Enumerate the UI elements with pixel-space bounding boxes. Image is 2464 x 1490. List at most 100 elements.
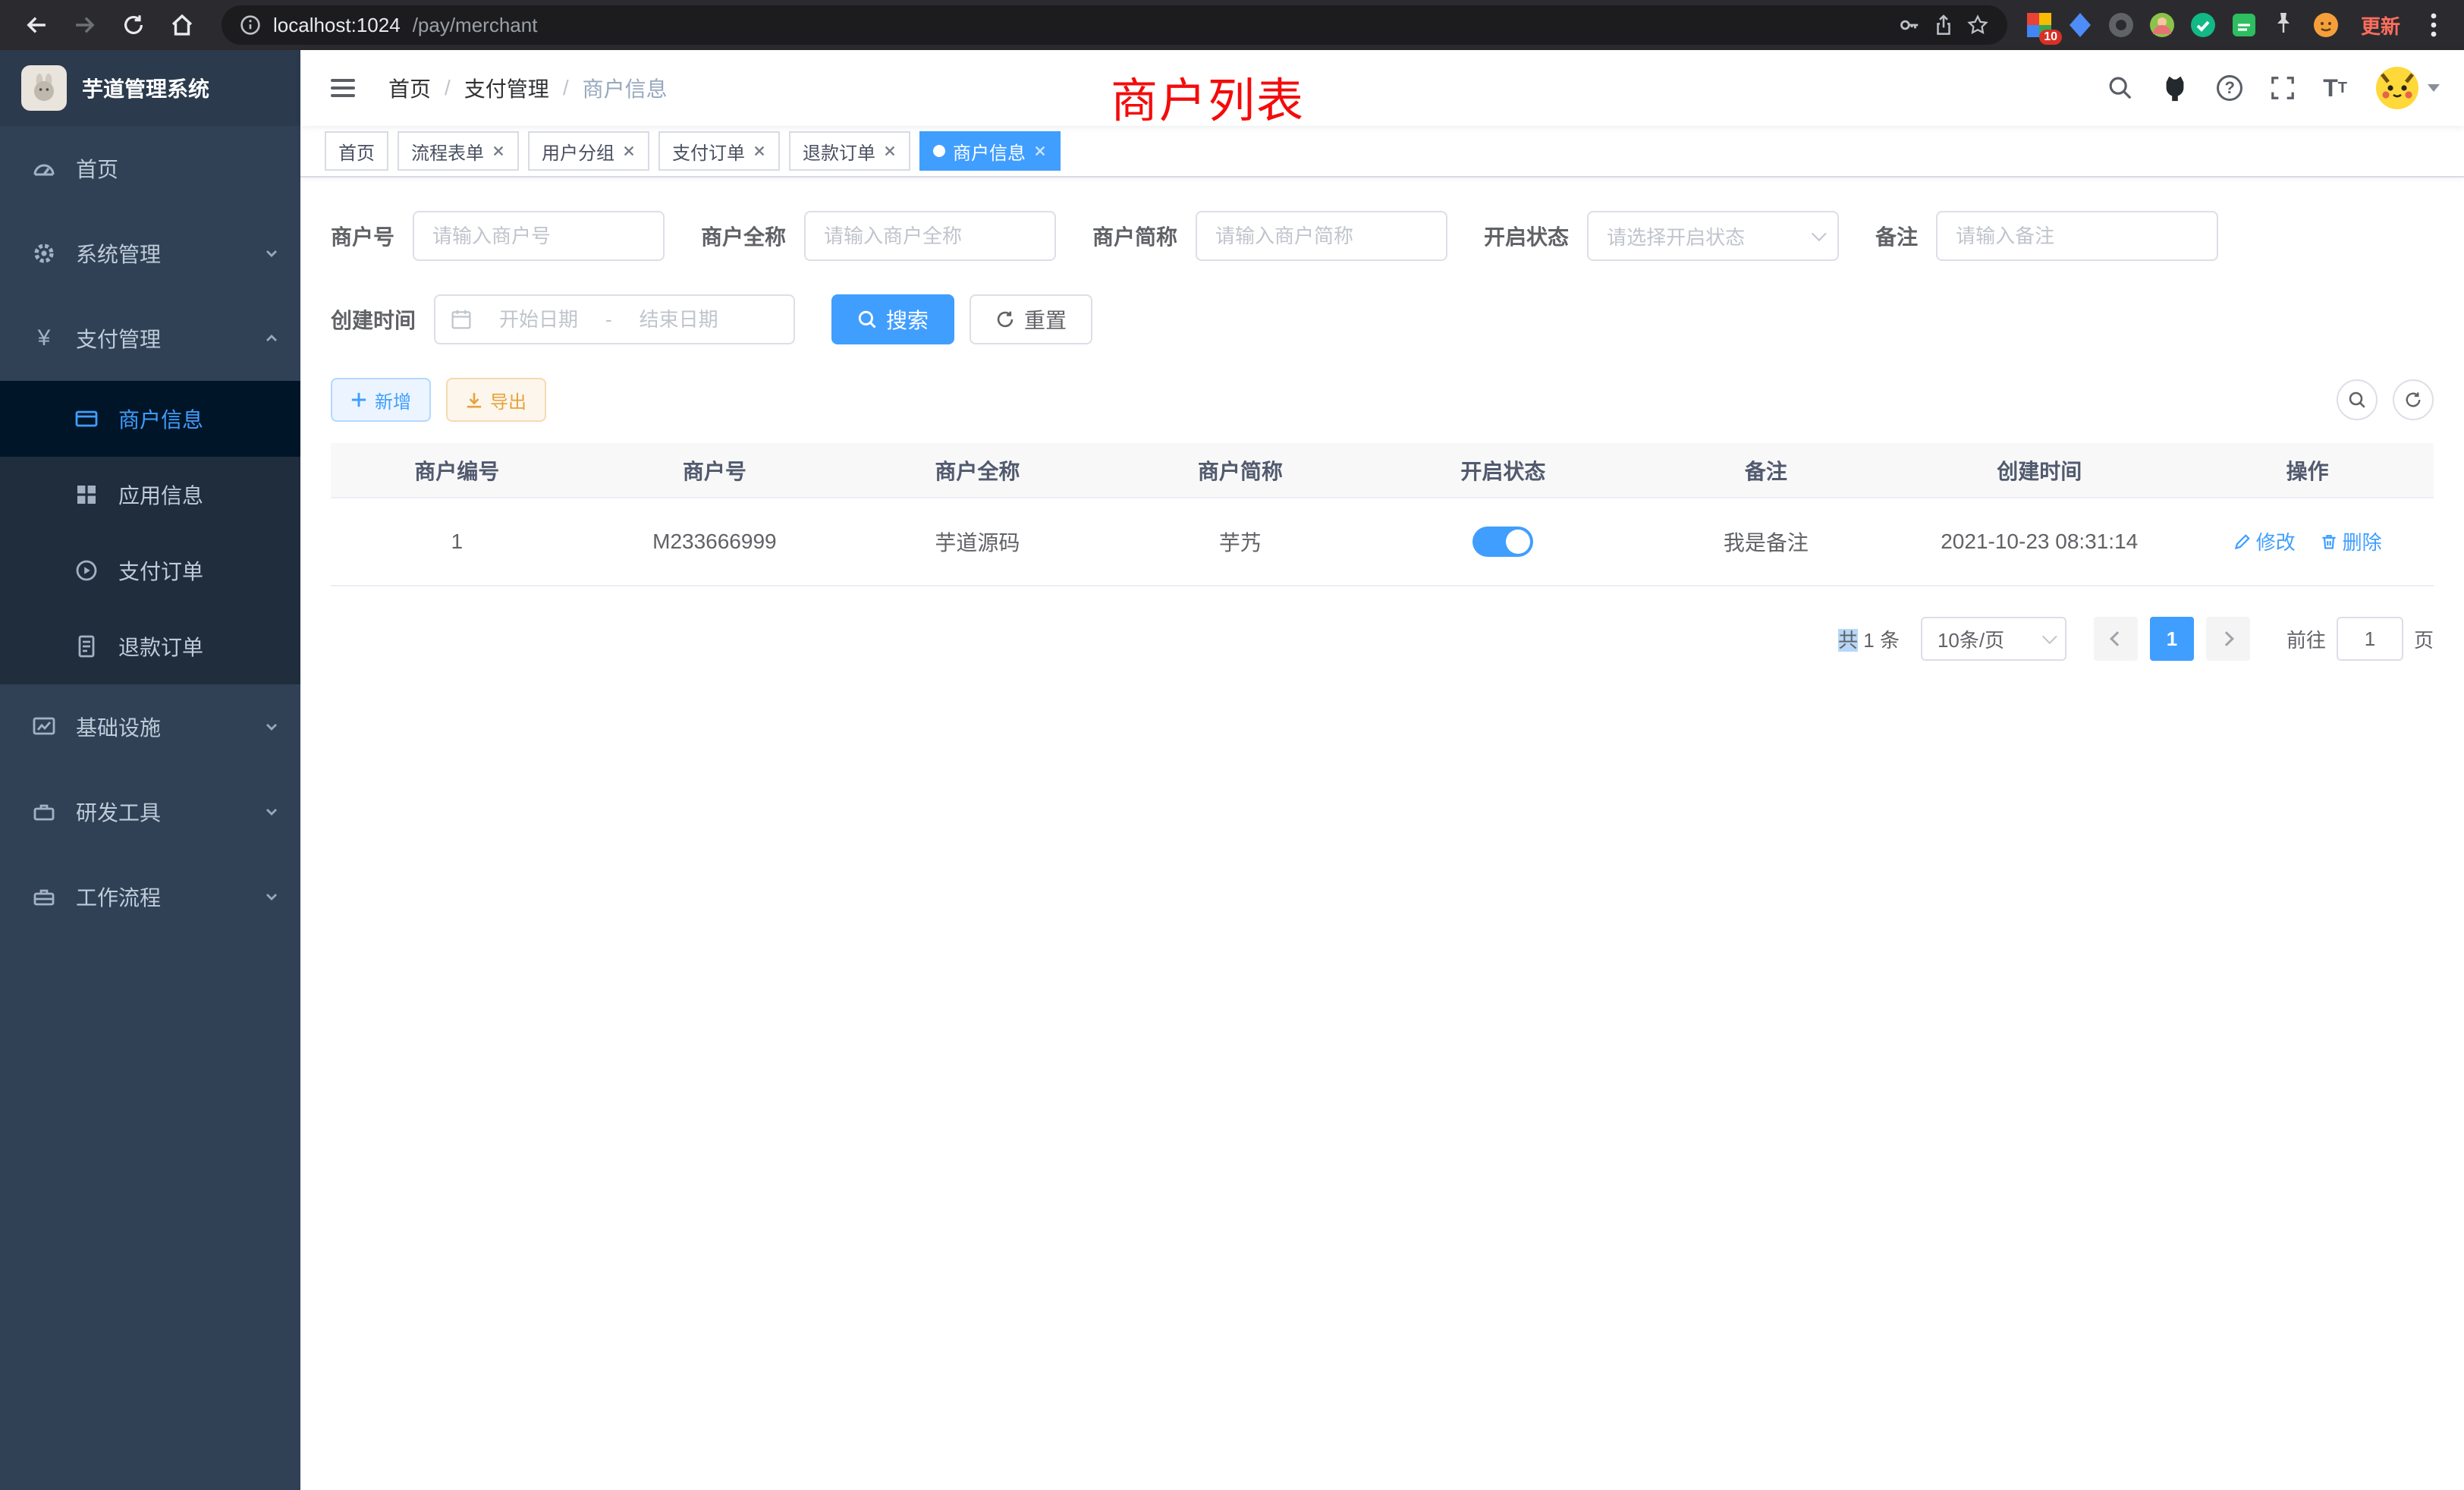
font-size-icon[interactable]: TT [2323, 74, 2347, 102]
create-time-label: 创建时间 [331, 304, 416, 335]
browser-toolbar: localhost:1024/pay/merchant 10 [0, 0, 2464, 50]
export-button-label: 导出 [490, 387, 526, 413]
table-right-tools [2337, 379, 2434, 420]
short-name-input[interactable] [1196, 211, 1447, 261]
tab-label: 退款订单 [803, 138, 875, 165]
merchant-no-input[interactable] [413, 211, 665, 261]
close-icon[interactable] [622, 144, 636, 158]
breadcrumb-payment[interactable]: 支付管理 [464, 73, 549, 103]
edit-button[interactable]: 修改 [2233, 527, 2296, 555]
sidebar-item-dev-tools[interactable]: 研发工具 [0, 769, 300, 854]
end-date-input[interactable] [618, 308, 740, 332]
extension-avatar-icon[interactable] [2148, 11, 2176, 39]
full-name-input[interactable] [804, 211, 1056, 261]
goto-unit-label: 页 [2414, 625, 2434, 653]
refresh-table-icon[interactable] [2393, 379, 2434, 420]
tab-process-form[interactable]: 流程表单 [398, 131, 519, 171]
sidebar-menu: 首页 系统管理 ¥ 支付管理 [0, 126, 300, 939]
remark-input[interactable] [1936, 211, 2218, 261]
url-bar[interactable]: localhost:1024/pay/merchant [222, 5, 2007, 45]
sidebar-item-app-info[interactable]: 应用信息 [0, 457, 300, 533]
extensions-pin-icon[interactable] [2271, 11, 2299, 39]
tab-payment-orders[interactable]: 支付订单 [658, 131, 780, 171]
refresh-icon[interactable] [112, 4, 155, 46]
extension-note-icon[interactable] [2230, 11, 2258, 39]
extension-pixel-icon[interactable]: 10 [2026, 11, 2053, 39]
navbar: 首页 / 支付管理 / 商户信息 商户列表 ? [300, 50, 2464, 126]
tab-user-groups[interactable]: 用户分组 [528, 131, 649, 171]
share-icon[interactable] [1933, 14, 1954, 36]
sidebar-item-merchant-info[interactable]: 商户信息 [0, 381, 300, 457]
next-page-button[interactable] [2206, 617, 2250, 661]
password-key-icon[interactable] [1898, 14, 1921, 36]
close-icon[interactable] [753, 144, 766, 158]
chevron-down-icon [2042, 629, 2057, 644]
profile-avatar-icon[interactable] [2312, 11, 2340, 39]
status-label: 开启状态 [1484, 221, 1569, 251]
sidebar-item-home[interactable]: 首页 [0, 126, 300, 211]
home-icon[interactable] [161, 4, 203, 46]
start-date-input[interactable] [478, 308, 599, 332]
search-icon[interactable] [2107, 75, 2133, 101]
fullscreen-icon[interactable] [2270, 75, 2296, 101]
sidebar-item-system[interactable]: 系统管理 [0, 211, 300, 296]
cell-create-time: 2021-10-23 08:31:14 [1897, 498, 2181, 586]
edit-button-label: 修改 [2256, 527, 2296, 555]
page-1-button[interactable]: 1 [2150, 617, 2194, 661]
breadcrumb-current: 商户信息 [583, 73, 668, 103]
column-merchant-no: 商户号 [583, 443, 847, 498]
prev-page-button[interactable] [2094, 617, 2138, 661]
app-logo[interactable]: 芋道管理系统 [0, 50, 300, 126]
delete-button[interactable]: 删除 [2320, 527, 2382, 555]
sidebar-item-workflow[interactable]: 工作流程 [0, 854, 300, 939]
help-icon[interactable]: ? [2217, 75, 2242, 101]
browser-menu-icon[interactable] [2418, 4, 2449, 46]
pagination: 共 1 条 10条/页 1 前往 页 [331, 617, 2434, 661]
sidebar-item-refund-orders[interactable]: 退款订单 [0, 608, 300, 684]
extension-green-circle-icon[interactable] [2189, 11, 2217, 39]
create-time-range-picker[interactable]: - [434, 294, 795, 344]
tab-home[interactable]: 首页 [325, 131, 388, 171]
bookmark-star-icon[interactable] [1966, 14, 1989, 36]
close-icon[interactable] [883, 144, 897, 158]
annotation-merchant-list: 商户列表 [1111, 62, 1305, 130]
sidebar-item-infrastructure[interactable]: 基础设施 [0, 684, 300, 769]
github-icon[interactable] [2161, 74, 2189, 102]
sidebar-item-payment[interactable]: ¥ 支付管理 [0, 296, 300, 381]
search-button-label: 搜索 [886, 304, 929, 335]
sidebar-toggle-icon[interactable] [325, 73, 361, 103]
tab-refund-orders[interactable]: 退款订单 [789, 131, 910, 171]
tab-label: 用户分组 [542, 138, 614, 165]
close-icon[interactable] [492, 144, 505, 158]
sidebar-item-payment-orders[interactable]: 支付订单 [0, 533, 300, 608]
add-button[interactable]: 新增 [331, 378, 431, 422]
tab-label: 支付订单 [672, 138, 745, 165]
extension-blue-icon[interactable] [2066, 11, 2094, 39]
page-size-select[interactable]: 10条/页 [1921, 617, 2066, 661]
back-icon[interactable] [15, 4, 58, 46]
export-button[interactable]: 导出 [446, 378, 546, 422]
extension-gray-icon[interactable] [2107, 11, 2135, 39]
tab-merchant-info[interactable]: 商户信息 [919, 131, 1061, 171]
chevron-down-icon [264, 889, 279, 904]
goto-page-input[interactable] [2337, 617, 2403, 661]
chevron-down-icon [264, 804, 279, 819]
sidebar-item-label: 商户信息 [118, 404, 203, 434]
toggle-search-icon[interactable] [2337, 379, 2378, 420]
browser-update-button[interactable]: 更新 [2361, 11, 2400, 39]
pagination-goto: 前往 页 [2286, 617, 2434, 661]
sidebar-item-label: 基础设施 [76, 712, 161, 742]
chart-icon [30, 715, 58, 739]
caret-down-icon [2428, 84, 2440, 92]
status-toggle[interactable] [1472, 527, 1533, 557]
column-create-time: 创建时间 [1897, 443, 2181, 498]
site-info-icon[interactable] [240, 14, 261, 36]
cell-status [1372, 498, 1635, 586]
forward-icon[interactable] [64, 4, 106, 46]
status-select[interactable]: 请选择开启状态 [1587, 211, 1839, 261]
user-avatar[interactable] [2374, 65, 2440, 111]
reset-button[interactable]: 重置 [970, 294, 1092, 344]
close-icon[interactable] [1033, 144, 1047, 158]
search-button[interactable]: 搜索 [831, 294, 954, 344]
breadcrumb-home[interactable]: 首页 [388, 73, 431, 103]
